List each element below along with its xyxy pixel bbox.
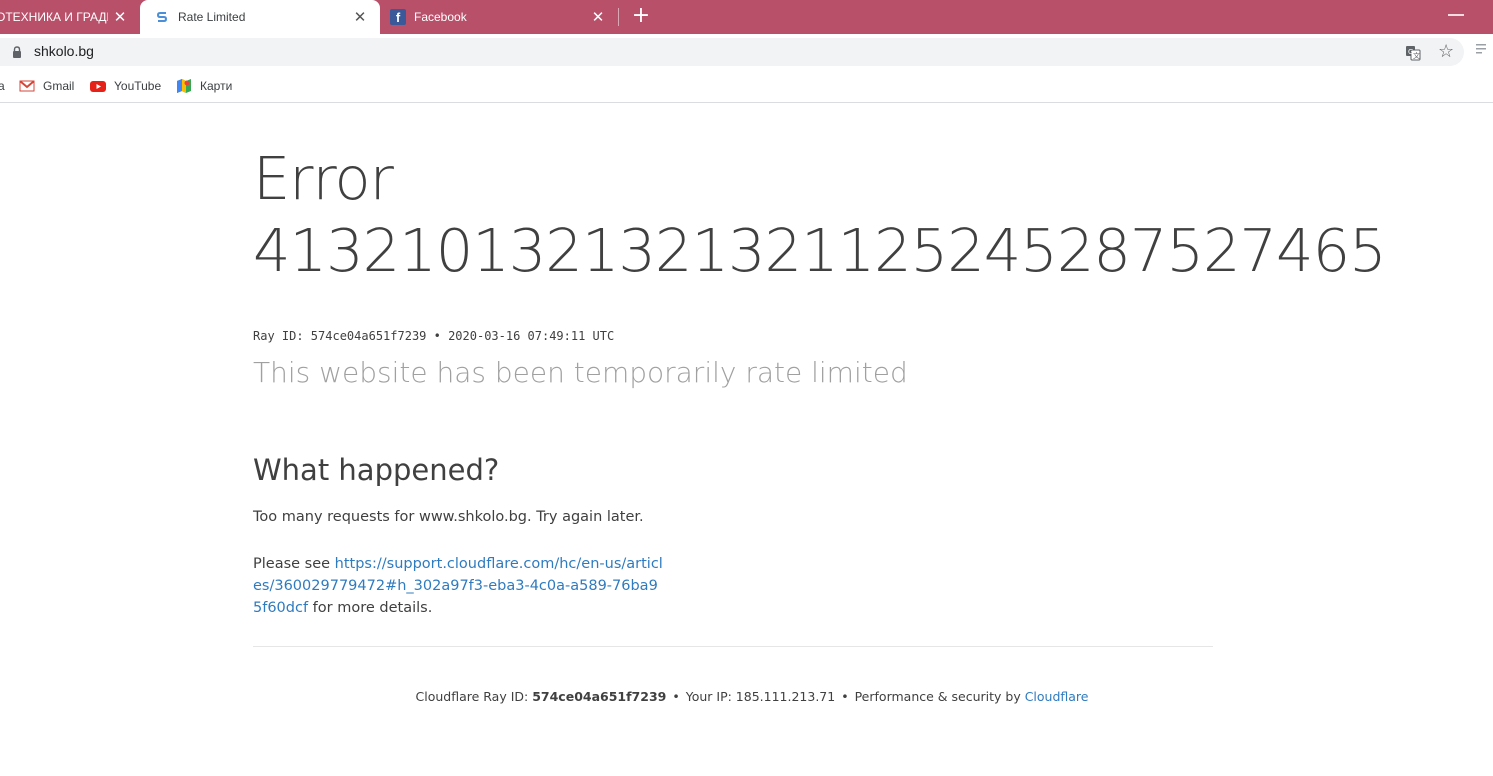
reading-list-icon[interactable]	[1476, 43, 1490, 55]
tab-facebook[interactable]: f Facebook ✕	[380, 0, 618, 34]
tab-strip: ОТЕХНИКА И ГРАДИ ✕ Rate Limited ✕ f Face…	[0, 0, 1493, 34]
close-icon[interactable]: ✕	[352, 9, 368, 25]
details-paragraph: Please see https://support.cloudflare.co…	[253, 553, 663, 619]
bookmarks-bar: a Gmail YouTube Карти	[0, 70, 1493, 103]
ray-id-line: Ray ID: 574ce04a651f7239 • 2020-03-16 07…	[253, 329, 615, 343]
translate-icon[interactable]: G 文	[1405, 45, 1421, 61]
details-suffix: for more details.	[308, 600, 433, 616]
svg-text:文: 文	[1413, 51, 1420, 60]
bookmark-label: YouTube	[114, 79, 162, 93]
bookmark-star-icon[interactable]: ☆	[1438, 42, 1454, 62]
url-text[interactable]: shkolo.bg	[34, 43, 94, 59]
close-icon[interactable]: ✕	[112, 9, 128, 25]
close-icon[interactable]: ✕	[590, 9, 606, 25]
bookmark-maps[interactable]: Карти	[176, 77, 232, 95]
tab-title: Facebook	[414, 10, 467, 24]
address-bar[interactable]: shkolo.bg G 文 ☆	[0, 38, 1464, 66]
what-happened-heading: What happened?	[253, 453, 500, 487]
tab-title: Rate Limited	[178, 10, 246, 24]
footer-ray-label: Cloudflare Ray ID:	[415, 689, 533, 704]
gmail-icon	[19, 80, 35, 92]
bookmark-label: Карти	[200, 79, 233, 93]
cloudflare-footer: Cloudflare Ray ID: 574ce04a651f7239 • Your…	[87, 689, 1417, 704]
footer-ray-id: 574ce04a651f7239	[532, 689, 667, 704]
error-subtitle: This website has been temporarily rate l…	[253, 356, 908, 389]
stackpath-s-icon	[154, 9, 170, 25]
explanation-text: Too many requests for www.shkolo.bg. Try…	[253, 509, 644, 525]
footer-bullet: •	[841, 689, 849, 704]
tab-rate-limited[interactable]: Rate Limited ✕	[140, 0, 380, 34]
minimize-icon[interactable]	[1448, 14, 1464, 16]
error-title: Error 4132101321321321125245287527465	[253, 143, 1387, 287]
error-code: 4132101321321321125245287527465	[253, 216, 1387, 285]
details-prefix: Please see	[253, 556, 335, 572]
tab-title: ОТЕХНИКА И ГРАДИ	[0, 10, 108, 24]
new-tab-button[interactable]: +	[628, 4, 654, 30]
bookmark-partial[interactable]: a	[0, 79, 5, 93]
browser-toolbar: shkolo.bg G 文 ☆	[0, 34, 1493, 70]
error-word: Error	[253, 144, 394, 213]
bookmark-youtube[interactable]: YouTube	[90, 77, 161, 95]
lock-icon[interactable]	[12, 46, 22, 58]
divider	[253, 646, 1213, 647]
footer-bullet: •	[672, 689, 680, 704]
footer-ip: Your IP: 185.111.213.71	[685, 689, 836, 704]
footer-perf: Performance & security by	[854, 689, 1025, 704]
cloudflare-link[interactable]: Cloudflare	[1025, 689, 1089, 704]
facebook-icon: f	[390, 9, 406, 25]
tab-partial[interactable]: ОТЕХНИКА И ГРАДИ ✕	[0, 0, 140, 34]
maps-icon	[177, 79, 191, 93]
tab-divider	[618, 8, 619, 26]
bookmark-gmail[interactable]: Gmail	[19, 77, 74, 95]
youtube-icon	[90, 81, 106, 92]
bookmark-label: Gmail	[43, 79, 75, 93]
